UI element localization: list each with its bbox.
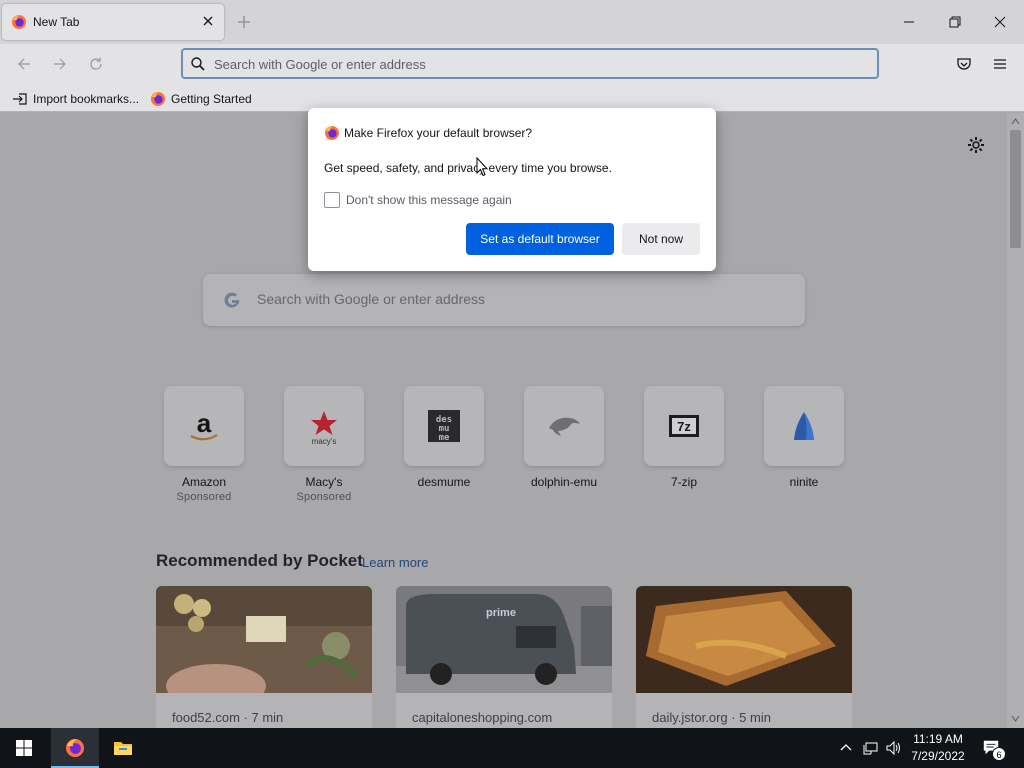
taskbar-firefox[interactable] [51,728,99,768]
svg-text:me: me [439,433,450,443]
top-site-tile[interactable]: des mu me [404,386,484,466]
scroll-up-icon[interactable] [1010,116,1021,127]
search-icon [191,57,205,71]
pocket-card[interactable]: daily.jstor.org · 5 min [636,586,852,728]
svg-text:prime: prime [486,607,516,619]
tab-new-tab[interactable]: New Tab [2,4,224,40]
forward-icon[interactable] [52,56,68,72]
top-site-name: ninite [789,475,819,489]
scroll-down-icon[interactable] [1010,713,1021,724]
ninite-icon [794,412,814,440]
pocket-card[interactable]: prime capitaloneshopping.com [396,586,612,728]
dialog-message: Get speed, safety, and privacy every tim… [324,161,612,175]
close-tab-icon[interactable] [200,13,216,29]
windows-logo-icon [16,740,32,756]
folder-icon [114,742,132,755]
minimize-icon[interactable] [901,14,917,30]
default-browser-dialog: Make Firefox your default browser? Get s… [308,108,716,271]
top-site-tile[interactable]: macy's [284,386,364,466]
new-tab-icon[interactable] [236,14,252,30]
top-site-name: desmume [417,475,471,489]
system-clock[interactable]: 11:19 AM 7/29/2022 [904,731,972,765]
action-center-button[interactable]: 6 [982,738,1006,761]
pocket-heading: Recommended by Pocket [156,551,363,570]
bookmark-label: Import bookmarks... [33,92,140,106]
macys-icon: macy's [311,411,337,446]
close-window-icon[interactable] [992,14,1008,30]
sponsored-label: Sponsored [176,491,232,503]
sponsored-label: Sponsored [296,491,352,503]
firefox-icon [325,126,339,140]
scrollbar-thumb[interactable] [1010,130,1021,248]
volume-icon[interactable] [886,740,902,756]
clock-time: 11:19 AM [913,732,963,746]
address-input[interactable] [214,54,854,74]
article-thumbnail [156,586,372,708]
gear-icon[interactable] [966,135,986,155]
newtab-search-box[interactable]: Search with Google or enter address [203,274,805,326]
pocket-icon[interactable] [956,56,972,72]
top-site-7zip[interactable]: 7z 7-zip [624,386,744,489]
dont-show-checkbox[interactable] [324,192,340,208]
bookmark-getting-started[interactable]: Getting Started [150,90,252,108]
firefox-icon [12,15,26,29]
import-icon [13,93,27,105]
dialog-title: Make Firefox your default browser? [344,126,533,140]
article-thumbnail: prime [396,586,612,693]
top-site-ninite[interactable]: ninite [744,386,864,489]
taskbar-file-explorer[interactable] [99,728,147,768]
top-site-name: 7-zip [670,475,697,489]
firefox-icon [66,739,84,757]
article-source: daily.jstor.org · 5 min [652,710,771,725]
google-icon [224,292,240,308]
pocket-card[interactable]: food52.com · 7 min [156,586,372,728]
article-thumbnail [636,586,852,693]
top-site-name: Amazon [181,475,227,489]
learn-more-link[interactable]: Learn more [362,555,428,570]
svg-text:7z: 7z [677,419,691,434]
article-source: food52.com · 7 min [172,710,284,725]
navigation-toolbar [0,44,1024,84]
reload-icon[interactable] [88,56,104,72]
windows-taskbar: 11:19 AM 7/29/2022 6 [0,728,1024,768]
top-site-tile[interactable] [764,386,844,466]
bookmark-label: Getting Started [171,92,252,106]
amazon-icon: a [190,408,218,441]
restore-icon[interactable] [947,14,963,30]
svg-text:a: a [197,408,212,438]
top-site-tile[interactable]: a [164,386,244,466]
menu-icon[interactable] [992,56,1008,72]
back-icon[interactable] [16,56,32,72]
dolphin-icon [549,417,580,436]
top-site-amazon[interactable]: a Amazon Sponsored [144,386,264,503]
top-site-tile[interactable] [524,386,604,466]
svg-text:macy's: macy's [312,437,337,446]
address-bar[interactable] [181,48,879,79]
title-bar: New Tab [0,0,1024,44]
set-default-browser-button[interactable]: Set as default browser [466,223,614,255]
top-site-dolphin-emu[interactable]: dolphin-emu [504,386,624,489]
clock-date: 7/29/2022 [911,749,965,763]
desmume-icon: des mu me [428,410,460,443]
dont-show-label[interactable]: Don't show this message again [346,193,512,207]
chevron-up-icon[interactable] [838,740,854,756]
top-site-desmume[interactable]: des mu me desmume [384,386,504,489]
firefox-icon [151,92,165,106]
notification-count: 6 [992,747,1006,761]
bookmark-import[interactable]: Import bookmarks... [12,90,139,108]
newtab-search-placeholder: Search with Google or enter address [257,291,486,307]
mouse-cursor-icon [476,157,488,177]
start-button[interactable] [0,728,48,768]
7zip-icon: 7z [669,415,699,437]
page-scrollbar[interactable] [1007,113,1024,728]
network-icon[interactable] [863,740,879,756]
top-site-tile[interactable]: 7z [644,386,724,466]
not-now-button[interactable]: Not now [622,223,700,255]
top-site-name: Macy's [305,475,343,489]
top-site-name: dolphin-emu [530,475,598,489]
tab-title: New Tab [33,15,80,29]
top-site-macys[interactable]: macy's Macy's Sponsored [264,386,384,503]
article-source: capitaloneshopping.com [412,710,553,725]
